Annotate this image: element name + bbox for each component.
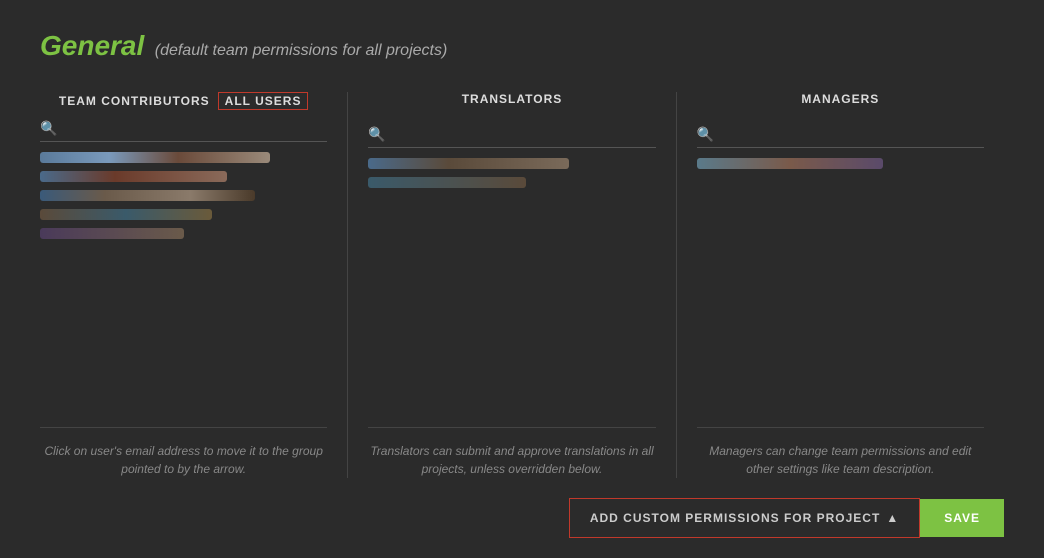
search-row-1: 🔍 <box>40 120 327 142</box>
list-item[interactable] <box>40 228 327 239</box>
divider-3 <box>697 427 984 428</box>
add-custom-label: ADD CUSTOM PERMISSIONS FOR PROJECT <box>590 511 880 525</box>
add-custom-permissions-button[interactable]: ADD CUSTOM PERMISSIONS FOR PROJECT ▲ <box>569 498 920 538</box>
all-users-tab[interactable]: ALL USERS <box>218 92 309 110</box>
list-item[interactable] <box>368 158 655 169</box>
team-contributors-label: TEAM CONTRIBUTORS <box>59 94 210 108</box>
save-button[interactable]: SAVE <box>920 499 1004 537</box>
page-title-sub: (default team permissions for all projec… <box>155 42 448 59</box>
list-item[interactable] <box>697 158 984 169</box>
list-item[interactable] <box>40 190 327 201</box>
search-input-3[interactable] <box>720 127 984 142</box>
translators-label: TRANSLATORS <box>462 92 563 106</box>
user-list-1 <box>40 152 327 417</box>
search-icon-1: 🔍 <box>40 120 57 137</box>
search-row-2: 🔍 <box>368 126 655 148</box>
columns-area: TEAM CONTRIBUTORS ALL USERS 🔍 <box>40 92 1004 478</box>
search-icon-3: 🔍 <box>697 126 714 143</box>
column-description-1: Click on user's email address to move it… <box>40 438 327 478</box>
list-item[interactable] <box>40 152 327 163</box>
column-description-2: Translators can submit and approve trans… <box>368 438 655 478</box>
bottom-bar: ADD CUSTOM PERMISSIONS FOR PROJECT ▲ SAV… <box>40 478 1004 538</box>
search-input-1[interactable] <box>63 121 327 136</box>
list-item[interactable] <box>40 209 327 220</box>
column-header-row-1: TEAM CONTRIBUTORS ALL USERS <box>40 92 327 110</box>
column-team-contributors: TEAM CONTRIBUTORS ALL USERS 🔍 <box>40 92 348 478</box>
list-item[interactable] <box>40 171 327 182</box>
search-input-2[interactable] <box>392 127 656 142</box>
user-list-3 <box>697 158 984 417</box>
column-header-row-2: TRANSLATORS <box>368 92 655 116</box>
page-title-main: General <box>40 30 144 61</box>
page-container: General (default team permissions for al… <box>0 0 1044 558</box>
column-description-3: Managers can change team permissions and… <box>697 438 984 478</box>
divider-2 <box>368 427 655 428</box>
search-row-3: 🔍 <box>697 126 984 148</box>
column-translators: TRANSLATORS 🔍 Translators can submit and… <box>348 92 676 478</box>
chevron-up-icon: ▲ <box>886 511 899 525</box>
user-list-2 <box>368 158 655 417</box>
page-header: General (default team permissions for al… <box>40 30 1004 62</box>
column-header-row-3: MANAGERS <box>697 92 984 116</box>
column-managers: MANAGERS 🔍 Managers can change team perm… <box>677 92 1004 478</box>
divider-1 <box>40 427 327 428</box>
search-icon-2: 🔍 <box>368 126 385 143</box>
managers-label: MANAGERS <box>801 92 879 106</box>
list-item[interactable] <box>368 177 655 188</box>
